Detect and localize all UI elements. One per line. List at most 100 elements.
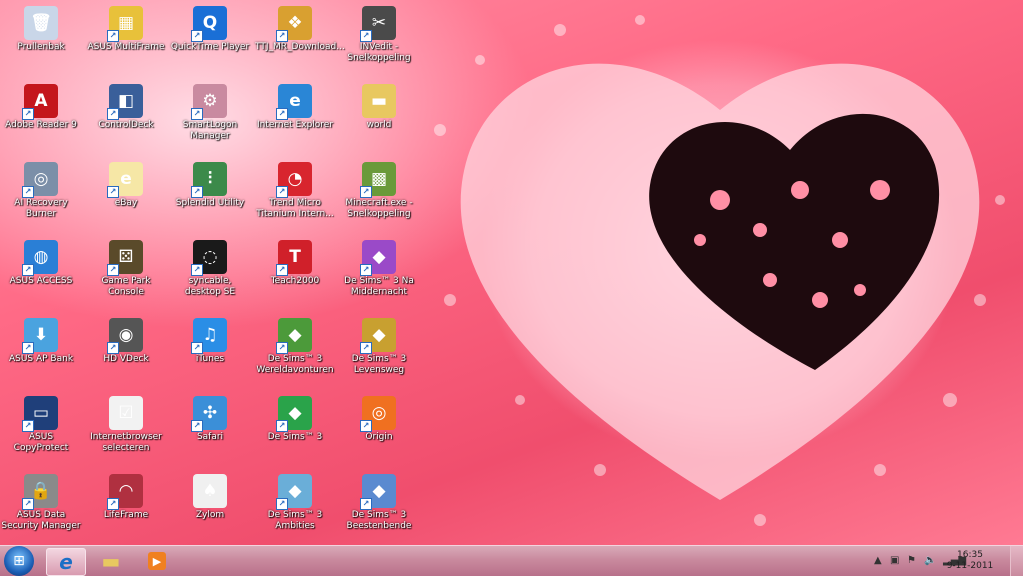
show-hidden-icons-button[interactable]: ▲: [874, 555, 882, 566]
desktop-icon[interactable]: ◆ ↗ De Sims™ 3: [255, 392, 335, 468]
desktop-icon[interactable]: ♫ ↗ iTunes: [170, 314, 250, 390]
desktop-icon[interactable]: ▦ ↗ ASUS MultiFrame: [86, 2, 166, 78]
taskbar-windows-explorer-button[interactable]: ▬: [92, 548, 130, 574]
shortcut-arrow-icon: ↗: [22, 498, 34, 510]
desktop[interactable]: 🗑 Prullenbak A ↗ Adobe Reader 9 ◎ ↗ AI Recovery…: [0, 0, 1023, 545]
shortcut-arrow-icon: ↗: [360, 186, 372, 198]
desktop-icon[interactable]: ◆ ↗ De Sims™ 3 Ambities: [255, 470, 335, 545]
desktop-icon-label: iTunes: [195, 354, 225, 364]
shortcut-arrow-icon: ↗: [22, 420, 34, 432]
desktop-icon-label: Teach2000: [270, 276, 320, 286]
sims-icon: ◆ ↗: [360, 318, 396, 354]
power-icon[interactable]: ▣: [890, 555, 899, 566]
desktop-icon-label: Minecraft.exe - Snelkoppeling: [345, 198, 413, 219]
shortcut-arrow-icon: ↗: [360, 30, 372, 42]
shortcut-arrow-icon: ↗: [22, 186, 34, 198]
shortcut-arrow-icon: ↗: [191, 342, 203, 354]
volume-icon[interactable]: 🔈: [924, 555, 936, 566]
desktop-icon[interactable]: Q ↗ QuickTime Player: [170, 2, 250, 78]
test-tubes-icon: ⫶ ↗: [191, 162, 227, 198]
desktop-icon-label: ASUS AP Bank: [8, 354, 74, 364]
desktop-icon[interactable]: A ↗ Adobe Reader 9: [1, 80, 81, 156]
desktop-icon[interactable]: e ↗ eBay: [86, 158, 166, 234]
compass-icon: ✣ ↗: [191, 396, 227, 432]
desktop-icon-label: HD VDeck: [103, 354, 149, 364]
desktop-icon[interactable]: ▬ world: [339, 80, 419, 156]
taskbar-media-player-button[interactable]: ▶: [138, 548, 176, 574]
desktop-icon[interactable]: ◎ ↗ Origin: [339, 392, 419, 468]
internet-explorer-icon: e ↗: [276, 84, 312, 120]
desktop-icon[interactable]: ✣ ↗ Safari: [170, 392, 250, 468]
desktop-icon[interactable]: ◔ ↗ Trend Micro Titanium Intern...: [255, 158, 335, 234]
minecraft-icon: ▩ ↗: [360, 162, 396, 198]
desktop-icon-label: Splendid Utility: [175, 198, 245, 208]
media-player-icon: ▶: [148, 552, 166, 570]
desktop-icon[interactable]: 🗑 Prullenbak: [1, 2, 81, 78]
desktop-icon[interactable]: ▭ ↗ ASUS CopyProtect: [1, 392, 81, 468]
desktop-icon-label: TTJ_MR_Download...: [255, 42, 345, 52]
show-desktop-button[interactable]: [1010, 546, 1023, 576]
sims-icon: ◆ ↗: [276, 318, 312, 354]
desktop-icon[interactable]: ☑ Internetbrowser selecteren: [86, 392, 166, 468]
shortcut-arrow-icon: ↗: [191, 30, 203, 42]
start-button[interactable]: ⊞: [4, 546, 34, 576]
clock[interactable]: 16:35 9-11-2011: [945, 550, 995, 572]
desktop-icon[interactable]: T ↗ Teach2000: [255, 236, 335, 312]
shortcut-arrow-icon: ↗: [191, 186, 203, 198]
desktop-icon[interactable]: ❖ ↗ TTJ_MR_Download...: [255, 2, 345, 78]
desktop-icon-label: AI Recovery Burner: [14, 198, 68, 219]
disc-burner-icon: ◎ ↗: [22, 162, 58, 198]
shortcut-arrow-icon: ↗: [360, 420, 372, 432]
dice-icon: ⚄ ↗: [107, 240, 143, 276]
desktop-icon[interactable]: ◉ ↗ HD VDeck: [86, 314, 166, 390]
ebay-icon: e ↗: [107, 162, 143, 198]
shortcut-arrow-icon: ↗: [22, 108, 34, 120]
sims-icon: ◆ ↗: [360, 240, 396, 276]
desktop-icon[interactable]: ✂ ↗ INVedit - Snelkoppeling: [339, 2, 419, 78]
desktop-icon-label: ASUS Data Security Manager: [1, 510, 81, 531]
desktop-icon[interactable]: ⚄ ↗ Game Park Console: [86, 236, 166, 312]
shortcut-arrow-icon: ↗: [276, 420, 288, 432]
shortcut-arrow-icon: ↗: [22, 264, 34, 276]
desktop-icon[interactable]: ◠ ↗ LifeFrame: [86, 470, 166, 545]
shortcut-arrow-icon: ↗: [360, 342, 372, 354]
desktop-icon[interactable]: 🔒 ↗ ASUS Data Security Manager: [1, 470, 81, 545]
desktop-icon-label: ControlDeck: [98, 120, 154, 130]
shortcut-arrow-icon: ↗: [107, 264, 119, 276]
desktop-icon[interactable]: ♠ Zylom: [170, 470, 250, 545]
desktop-icon[interactable]: ◆ ↗ De Sims™ 3 Beestenbende: [339, 470, 419, 545]
taskbar-internet-explorer-button[interactable]: e: [46, 548, 86, 576]
desktop-icon-label: ASUS ACCESS: [9, 276, 73, 286]
desktop-icon[interactable]: ◎ ↗ AI Recovery Burner: [1, 158, 81, 234]
desktop-icon-label: INVedit - Snelkoppeling: [347, 42, 411, 63]
desktop-icon[interactable]: ◆ ↗ De Sims™ 3 Levensweg: [339, 314, 419, 390]
shortcut-arrow-icon: ↗: [276, 30, 288, 42]
shortcut-arrow-icon: ↗: [107, 30, 119, 42]
desktop-icon[interactable]: ⚙ ↗ SmartLogon Manager: [170, 80, 250, 156]
recycle-bin-icon: 🗑: [24, 6, 58, 40]
multiframe-icon: ▦ ↗: [107, 6, 143, 42]
desktop-icon[interactable]: ◆ ↗ De Sims™ 3 Wereldavonturen: [255, 314, 335, 390]
syncable-icon: ◌ ↗: [191, 240, 227, 276]
action-center-flag-icon[interactable]: ⚑: [907, 555, 916, 566]
desktop-icon-label: De Sims™ 3 Beestenbende: [346, 510, 412, 531]
clock-time: 16:35: [957, 550, 983, 560]
shortcut-arrow-icon: ↗: [276, 108, 288, 120]
desktop-icon[interactable]: ◌ ↗ syncable, desktop SE: [170, 236, 250, 312]
desktop-icon[interactable]: ◆ ↗ De Sims™ 3 Na Middernacht: [339, 236, 419, 312]
teach2000-icon: T ↗: [276, 240, 312, 276]
control-deck-icon: ◧ ↗: [107, 84, 143, 120]
desktop-icon[interactable]: ▩ ↗ Minecraft.exe - Snelkoppeling: [339, 158, 419, 234]
desktop-icon[interactable]: ◍ ↗ ASUS ACCESS: [1, 236, 81, 312]
checklist-icon: ☑: [109, 396, 143, 430]
desktop-icon[interactable]: e ↗ Internet Explorer: [255, 80, 335, 156]
speaker-icon: ◉ ↗: [107, 318, 143, 354]
smartlogon-icon: ⚙ ↗: [191, 84, 227, 120]
desktop-icon[interactable]: ⫶ ↗ Splendid Utility: [170, 158, 250, 234]
desktop-icon-label: eBay: [114, 198, 138, 208]
origin-icon: ◎ ↗: [360, 396, 396, 432]
shortcut-arrow-icon: ↗: [107, 108, 119, 120]
desktop-icon[interactable]: ⬇ ↗ ASUS AP Bank: [1, 314, 81, 390]
desktop-icon[interactable]: ◧ ↗ ControlDeck: [86, 80, 166, 156]
shortcut-arrow-icon: ↗: [107, 186, 119, 198]
